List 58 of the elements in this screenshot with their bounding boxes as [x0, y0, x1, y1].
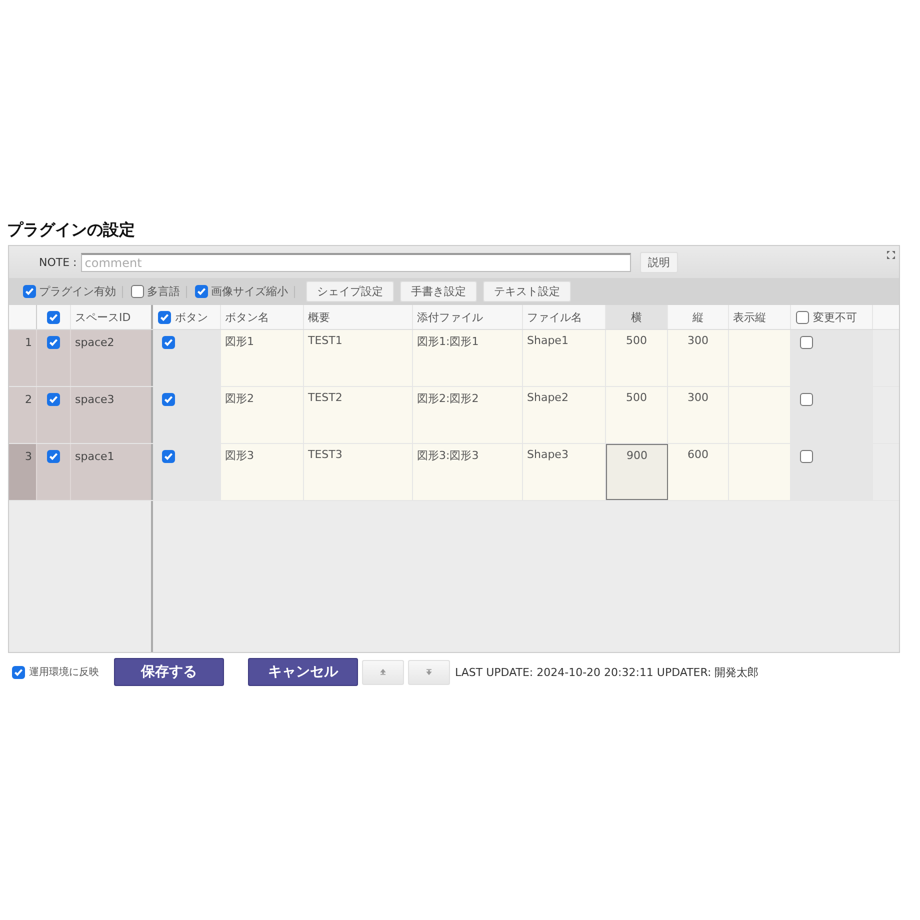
option-checkbox[interactable]	[23, 285, 36, 298]
settings-button[interactable]: シェイプ設定	[306, 281, 394, 302]
header-checkbox[interactable]	[796, 310, 809, 324]
option-label: 多言語	[147, 284, 180, 299]
height-cell: 300	[668, 387, 729, 443]
space-id-cell: space3	[71, 387, 153, 443]
attachment-cell: 図形1:図形1	[413, 330, 523, 386]
option-label: プラグイン有効	[39, 284, 116, 299]
summary-cell: TEST1	[304, 330, 413, 386]
option-checkbox[interactable]	[195, 285, 208, 298]
button-name-cell: 図形1	[221, 330, 304, 386]
note-label: NOTE :	[39, 256, 77, 268]
option-checkbox[interactable]	[131, 285, 144, 298]
height-cell: 600	[668, 444, 729, 500]
lock-checkbox[interactable]	[800, 336, 813, 349]
space-id-cell: space2	[71, 330, 153, 386]
header-checkbox[interactable]	[47, 310, 60, 324]
file-name-cell: Shape1	[523, 330, 606, 386]
reflect-checkbox[interactable]	[12, 666, 25, 678]
expand-icon[interactable]	[887, 251, 895, 259]
row-checkbox[interactable]	[47, 336, 60, 349]
summary-cell: TEST2	[304, 387, 413, 443]
space-id-cell: space1	[71, 444, 153, 500]
height-cell: 300	[668, 330, 729, 386]
last-update-text: LAST UPDATE: 2024-10-20 20:32:11 UPDATER: 開発太郎	[455, 664, 759, 680]
button-checkbox[interactable]	[162, 393, 175, 406]
save-button[interactable]: 保存する	[114, 658, 224, 686]
lock-checkbox[interactable]	[800, 393, 813, 406]
note-field[interactable]: comment	[80, 252, 631, 272]
width-cell: 500	[606, 387, 668, 443]
button-checkbox[interactable]	[162, 336, 175, 349]
settings-button[interactable]: 手書き設定	[400, 281, 477, 302]
row-number[interactable]: 1	[9, 330, 37, 386]
button-checkbox[interactable]	[162, 450, 175, 463]
option-label: 画像サイズ縮小	[211, 284, 288, 299]
summary-cell: TEST3	[304, 444, 413, 500]
attachment-cell: 図形3:図形3	[413, 444, 523, 500]
column-header[interactable]: 横	[606, 305, 668, 329]
file-name-cell: Shape2	[523, 387, 606, 443]
button-name-cell: 図形3	[221, 444, 304, 500]
attachment-cell: 図形2:図形2	[413, 387, 523, 443]
file-name-cell: Shape3	[523, 444, 606, 500]
row-number[interactable]: 3	[9, 444, 37, 500]
help-button[interactable]: 説明	[640, 252, 678, 272]
lock-checkbox[interactable]	[800, 450, 813, 463]
reflect-label: 運用環境に反映	[29, 666, 99, 679]
page-title: プラグインの設定	[7, 220, 136, 240]
cancel-button[interactable]: キャンセル	[248, 658, 358, 686]
settings-button[interactable]: テキスト設定	[483, 281, 571, 302]
header-checkbox[interactable]	[158, 310, 171, 324]
width-cell: 900	[606, 444, 668, 500]
row-number[interactable]: 2	[9, 387, 37, 443]
row-checkbox[interactable]	[47, 393, 60, 406]
upload-icon	[380, 669, 386, 675]
download-icon	[426, 669, 432, 675]
row-checkbox[interactable]	[47, 450, 60, 463]
button-name-cell: 図形2	[221, 387, 304, 443]
width-cell: 500	[606, 330, 668, 386]
